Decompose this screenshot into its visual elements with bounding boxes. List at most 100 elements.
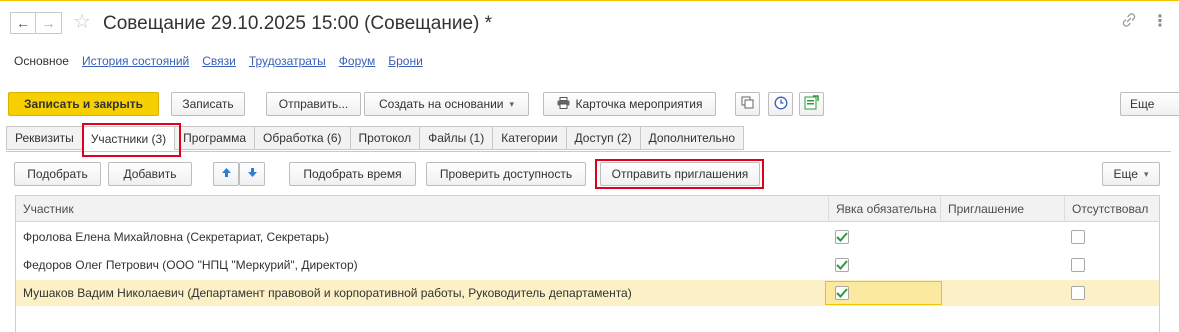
pick-time-button[interactable]: Подобрать время (289, 162, 416, 186)
printer-icon (557, 96, 570, 112)
absent-checkbox[interactable] (1071, 230, 1085, 244)
back-button[interactable]: ← (10, 12, 36, 34)
export-button[interactable] (799, 92, 824, 116)
highlight-frame-participants-tab (82, 123, 181, 157)
tab-label: Категории (501, 131, 558, 145)
page-title: Совещание 29.10.2025 15:00 (Совещание) * (103, 13, 493, 34)
arrow-down-icon (247, 167, 258, 181)
column-header-absent[interactable]: Отсутствовал (1064, 196, 1159, 222)
link-icon[interactable] (1122, 13, 1136, 31)
main-command-bar: Записать и закрыть Записать Отправить...… (0, 92, 1179, 118)
star-icon[interactable]: ☆ (73, 11, 91, 33)
top-accent-line (0, 0, 1179, 1)
forward-button[interactable]: → (36, 12, 62, 34)
absent-cell[interactable] (1064, 252, 1159, 278)
title-bar: ← → ☆ Совещание 29.10.2025 15:00 (Совеща… (0, 6, 1179, 42)
tab-processing[interactable]: Обработка (6) (254, 126, 350, 150)
tab-access[interactable]: Доступ (2) (565, 126, 640, 150)
create-based-on-button[interactable]: Создать на основании ▾ (364, 92, 529, 116)
arrow-up-icon (221, 167, 232, 181)
participants-table: Участник Явка обязательна Приглашение От… (15, 195, 1160, 332)
tab-program[interactable]: Программа (174, 126, 255, 150)
clock-icon (774, 96, 788, 113)
section-state-history[interactable]: История состояний (82, 54, 189, 68)
section-links: Основное История состояний Связи Трудоза… (14, 54, 436, 68)
tab-label: Дополнительно (648, 131, 735, 145)
send-label: Отправить... (278, 97, 349, 111)
section-links-related[interactable]: Связи (202, 54, 236, 68)
participant-cell[interactable]: Мушаков Вадим Николаевич (Департамент пр… (16, 280, 828, 306)
participant-cell[interactable]: Федоров Олег Петрович (ООО "НПЦ "Меркури… (16, 252, 828, 278)
required-checkbox[interactable] (835, 230, 849, 244)
event-card-label: Карточка мероприятия (575, 97, 703, 111)
tab-label: Программа (183, 131, 247, 145)
absent-checkbox[interactable] (1071, 286, 1085, 300)
move-down-button[interactable] (239, 162, 265, 186)
event-card-button[interactable]: Карточка мероприятия (543, 92, 716, 116)
column-header-participant[interactable]: Участник (16, 196, 828, 222)
tab-additional[interactable]: Дополнительно (639, 126, 744, 150)
export-icon (804, 95, 819, 113)
participant-cell[interactable]: Фролова Елена Михайловна (Секретариат, С… (16, 224, 828, 250)
tab-categories[interactable]: Категории (492, 126, 566, 150)
tab-protocol[interactable]: Протокол (349, 126, 420, 150)
history-button[interactable] (768, 92, 793, 116)
required-checkbox[interactable] (835, 286, 849, 300)
copy-button[interactable] (735, 92, 760, 116)
tab-label: Реквизиты (15, 131, 74, 145)
create-based-on-label: Создать на основании (378, 97, 504, 111)
check-availability-button[interactable]: Проверить доступность (426, 162, 586, 186)
table-row[interactable]: Фролова Елена Михайловна (Секретариат, С… (16, 224, 1159, 250)
tab-label: Файлы (1) (428, 131, 485, 145)
section-bookings[interactable]: Брони (388, 54, 423, 68)
absent-checkbox[interactable] (1071, 258, 1085, 272)
table-header: Участник Явка обязательна Приглашение От… (16, 196, 1159, 222)
more-button[interactable]: Еще (1120, 92, 1179, 116)
section-main[interactable]: Основное (14, 54, 69, 68)
pick-time-label: Подобрать время (303, 167, 402, 181)
save-and-close-button[interactable]: Записать и закрыть (8, 92, 159, 116)
table-row-selected[interactable]: Мушаков Вадим Николаевич (Департамент пр… (16, 280, 1159, 306)
participants-more-button[interactable]: Еще ▾ (1102, 162, 1160, 186)
check-availability-label: Проверить доступность (439, 167, 573, 181)
invitation-cell[interactable] (940, 224, 1064, 250)
required-cell[interactable] (828, 224, 940, 250)
arrow-left-icon: ← (16, 15, 30, 31)
required-cell[interactable] (828, 280, 940, 306)
section-labor-costs[interactable]: Трудозатраты (249, 54, 326, 68)
dropdown-arrow-icon: ▾ (509, 98, 515, 109)
pick-button[interactable]: Подобрать (14, 162, 101, 186)
pick-label: Подобрать (27, 167, 88, 181)
section-forum[interactable]: Форум (339, 54, 375, 68)
more-label: Еще (1130, 97, 1155, 111)
arrow-right-icon: → (41, 15, 56, 31)
copy-icon (741, 96, 754, 112)
participants-command-bar: Подобрать Добавить Подобрать время Прове… (0, 162, 1179, 188)
tab-label: Доступ (2) (574, 131, 632, 145)
highlight-frame-send-invitations (595, 159, 764, 189)
save-and-close-label: Записать и закрыть (24, 97, 143, 111)
absent-cell[interactable] (1064, 280, 1159, 306)
nav-buttons: ← → (10, 12, 62, 34)
tab-requisites[interactable]: Реквизиты (6, 126, 82, 150)
add-button[interactable]: Добавить (108, 162, 192, 186)
invitation-cell[interactable] (940, 280, 1064, 306)
send-button[interactable]: Отправить... (266, 92, 361, 116)
move-up-button[interactable] (213, 162, 239, 186)
column-header-invitation[interactable]: Приглашение (940, 196, 1064, 222)
add-label: Добавить (123, 167, 177, 181)
dropdown-arrow-icon: ▾ (1143, 168, 1149, 179)
table-row[interactable]: Федоров Олег Петрович (ООО "НПЦ "Меркури… (16, 252, 1159, 278)
more-menu-icon[interactable]: ⋮ (1152, 11, 1168, 31)
required-cell[interactable] (828, 252, 940, 278)
absent-cell[interactable] (1064, 224, 1159, 250)
save-button[interactable]: Записать (171, 92, 245, 116)
tab-label: Протокол (358, 131, 412, 145)
column-header-required[interactable]: Явка обязательна (828, 196, 940, 222)
required-checkbox[interactable] (835, 258, 849, 272)
tab-label: Обработка (6) (263, 131, 342, 145)
tab-files[interactable]: Файлы (1) (419, 126, 493, 150)
save-label: Записать (182, 97, 234, 111)
invitation-cell[interactable] (940, 252, 1064, 278)
participants-more-label: Еще (1113, 167, 1138, 181)
